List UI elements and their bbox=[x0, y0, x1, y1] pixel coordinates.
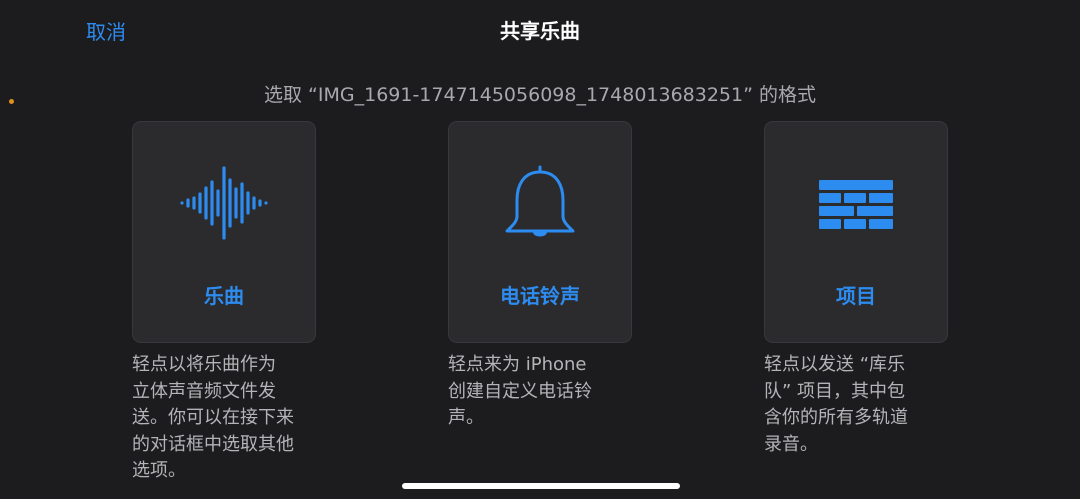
project-format-label: 项目 bbox=[836, 284, 876, 308]
project-format-description: 轻点以发送 “库乐 队” 项目，其中包 含你的所有多轨道 录音。 bbox=[764, 354, 908, 455]
option-song: 乐曲 轻点以将乐曲作为 立体声音频文件发 送。你可以在接下来 的对话框中选取其他… bbox=[132, 121, 316, 485]
ringtone-format-card[interactable]: 电话铃声 bbox=[448, 121, 632, 343]
share-song-sheet: 取消 共享乐曲 选取 “IMG_1691-1747145056098_17480… bbox=[0, 0, 1080, 499]
option-project: 项目 轻点以发送 “库乐 队” 项目，其中包 含你的所有多轨道 录音。 bbox=[764, 121, 948, 458]
song-format-card[interactable]: 乐曲 bbox=[132, 121, 316, 343]
waveform-icon bbox=[174, 158, 274, 248]
ringtone-format-description: 轻点来为 iPhone 创建自定义电话铃 声。 bbox=[448, 354, 592, 428]
project-format-card[interactable]: 项目 bbox=[764, 121, 948, 343]
sheet-title: 共享乐曲 bbox=[500, 19, 580, 43]
bell-icon bbox=[490, 158, 590, 248]
format-prompt: 选取 “IMG_1691-1747145056098_1748013683251… bbox=[264, 84, 816, 106]
song-format-description: 轻点以将乐曲作为 立体声音频文件发 送。你可以在接下来 的对话框中选取其他 选项… bbox=[132, 354, 294, 481]
home-indicator[interactable] bbox=[402, 483, 680, 489]
option-ringtone: 电话铃声 轻点来为 iPhone 创建自定义电话铃 声。 bbox=[448, 121, 632, 432]
ringtone-format-label: 电话铃声 bbox=[500, 284, 580, 308]
song-format-label: 乐曲 bbox=[204, 284, 244, 308]
bricks-icon bbox=[806, 158, 906, 248]
